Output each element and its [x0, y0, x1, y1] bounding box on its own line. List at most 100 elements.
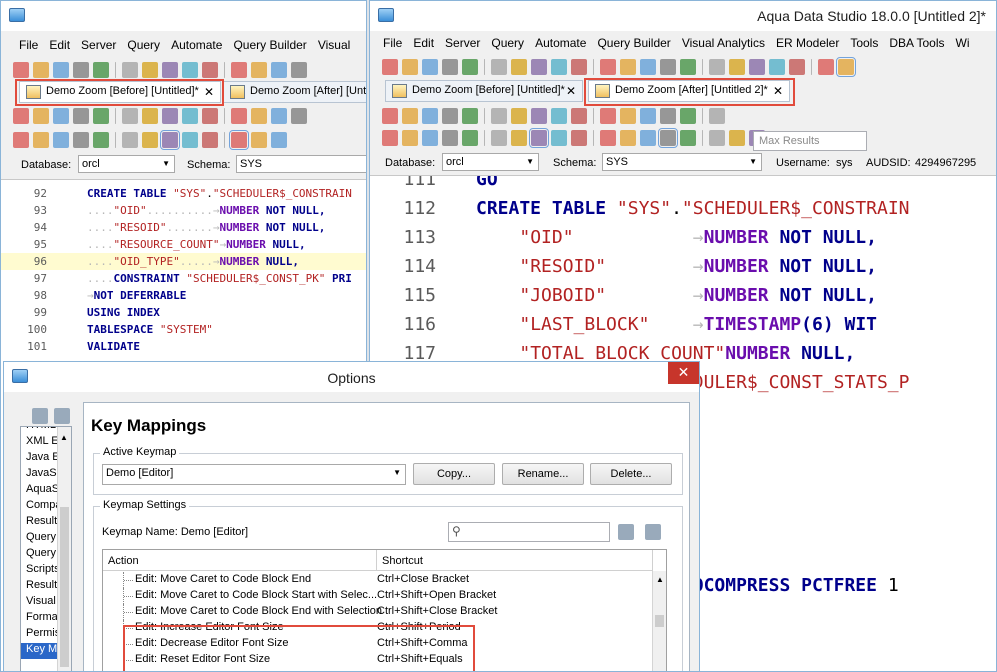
- toolbar-button-icon[interactable]: [142, 62, 158, 78]
- toolbar-button-icon[interactable]: [33, 62, 49, 78]
- toolbar-button-icon[interactable]: [529, 128, 549, 148]
- table-row[interactable]: Edit: Move Caret to Code Block End Ctrl+C…: [103, 572, 653, 588]
- toolbar-button-icon[interactable]: [789, 59, 805, 75]
- toolbar-button-icon[interactable]: [142, 132, 158, 148]
- toolbar-button-icon[interactable]: [160, 130, 180, 150]
- menu-er-modeler[interactable]: ER Modeler: [770, 33, 844, 53]
- close-icon[interactable]: ✕: [566, 84, 576, 98]
- toolbar-button-icon[interactable]: [551, 108, 567, 124]
- toolbar-button-icon[interactable]: [382, 130, 398, 146]
- toolbar-button-icon[interactable]: [551, 59, 567, 75]
- toolbar-button-icon[interactable]: [660, 59, 676, 75]
- toolbar-button-icon[interactable]: [93, 132, 109, 148]
- toolbar-button-icon[interactable]: [53, 108, 69, 124]
- toolbar-button-icon[interactable]: [231, 108, 247, 124]
- toolbar-button-icon[interactable]: [620, 108, 636, 124]
- collapse-all-icon[interactable]: [645, 524, 661, 540]
- menu-visual-analytics[interactable]: Visual Analytics: [676, 33, 770, 53]
- toolbar-button-icon[interactable]: [491, 108, 507, 124]
- table-row[interactable]: Edit: Increase Editor Font Size Ctrl+Shif…: [103, 620, 653, 636]
- toolbar-button-icon[interactable]: [13, 132, 29, 148]
- toolbar-button-icon[interactable]: [680, 59, 696, 75]
- toolbar-button-icon[interactable]: [511, 130, 527, 146]
- toolbar-button-icon[interactable]: [122, 108, 138, 124]
- keymap-select[interactable]: Demo [Editor] ▼: [102, 464, 406, 485]
- toolbar-button-icon[interactable]: [442, 108, 458, 124]
- toolbar-button-icon[interactable]: [680, 130, 696, 146]
- toolbar-button-icon[interactable]: [122, 132, 138, 148]
- table-scroll-up-arrow[interactable]: ▲: [656, 575, 664, 584]
- toolbar-button-icon[interactable]: [660, 108, 676, 124]
- toolbar-button-icon[interactable]: [422, 108, 438, 124]
- menu-wi[interactable]: Wi: [950, 33, 975, 53]
- toolbar-button-icon[interactable]: [749, 59, 765, 75]
- toolbar-button-icon[interactable]: [291, 62, 307, 78]
- close-icon[interactable]: ✕: [773, 84, 783, 98]
- toolbar-button-icon[interactable]: [531, 59, 547, 75]
- toolbar-button-icon[interactable]: [162, 62, 178, 78]
- toolbar-button-icon[interactable]: [600, 130, 616, 146]
- database-select[interactable]: orcl ▼: [442, 153, 539, 171]
- toolbar-button-icon[interactable]: [122, 62, 138, 78]
- menu-file[interactable]: File: [377, 33, 407, 53]
- menu-server[interactable]: Server: [75, 35, 121, 55]
- menu-query-builder[interactable]: Query Builder: [591, 33, 675, 53]
- toolbar-button-icon[interactable]: [202, 132, 218, 148]
- menu-server[interactable]: Server: [439, 33, 485, 53]
- toolbar-button-icon[interactable]: [33, 132, 49, 148]
- tab-demo-zoom-after[interactable]: Demo Zoom [After] [Untit: [223, 81, 366, 103]
- menu-query[interactable]: Query: [121, 35, 165, 55]
- toolbar-button-icon[interactable]: [511, 59, 527, 75]
- toolbar-button-icon[interactable]: [231, 62, 247, 78]
- search-input[interactable]: ⚲: [448, 522, 610, 542]
- toolbar-button-icon[interactable]: [53, 132, 69, 148]
- table-row[interactable]: Edit: Decrease Editor Font Size Ctrl+Shif…: [103, 636, 653, 652]
- close-button[interactable]: ✕: [668, 362, 699, 384]
- menu-automate[interactable]: Automate: [529, 33, 591, 53]
- table-row[interactable]: Edit: Reset Editor Font Size Ctrl+Shift+E…: [103, 652, 653, 668]
- toolbar-button-icon[interactable]: [836, 57, 856, 77]
- toolbar-button-icon[interactable]: [271, 132, 287, 148]
- toolbar-button-icon[interactable]: [491, 130, 507, 146]
- toolbar-button-icon[interactable]: [33, 108, 49, 124]
- toolbar-button-icon[interactable]: [462, 108, 478, 124]
- column-shortcut[interactable]: Shortcut: [377, 550, 653, 571]
- menu-query-builder[interactable]: Query Builder: [227, 35, 311, 55]
- table-scroll-thumb[interactable]: [655, 615, 664, 627]
- toolbar-button-icon[interactable]: [600, 108, 616, 124]
- toolbar-button-icon[interactable]: [600, 59, 616, 75]
- toolbar-button-icon[interactable]: [382, 59, 398, 75]
- max-results-input[interactable]: Max Results: [753, 131, 867, 151]
- toolbar-button-icon[interactable]: [531, 108, 547, 124]
- table-row[interactable]: Edit: Move Caret to Code Block End with …: [103, 604, 653, 620]
- delete-button[interactable]: Delete...: [590, 463, 672, 485]
- nav-scroll-thumb[interactable]: [60, 507, 69, 667]
- toolbar-button-icon[interactable]: [402, 59, 418, 75]
- toolbar-button-icon[interactable]: [182, 132, 198, 148]
- menu-dba-tools[interactable]: DBA Tools: [883, 33, 949, 53]
- toolbar-button-icon[interactable]: [162, 108, 178, 124]
- menu-visual[interactable]: Visual: [312, 35, 355, 55]
- toolbar-button-icon[interactable]: [73, 108, 89, 124]
- toolbar-button-icon[interactable]: [729, 130, 745, 146]
- toolbar-button-icon[interactable]: [680, 108, 696, 124]
- toolbar-button-icon[interactable]: [551, 130, 567, 146]
- table-scrollbar[interactable]: ▲: [652, 571, 666, 671]
- toolbar-button-icon[interactable]: [291, 108, 307, 124]
- expand-all-icon[interactable]: [618, 524, 634, 540]
- toolbar-button-icon[interactable]: [640, 130, 656, 146]
- toolbar-button-icon[interactable]: [571, 130, 587, 146]
- toolbar-button-icon[interactable]: [382, 108, 398, 124]
- toolbar-button-icon[interactable]: [462, 130, 478, 146]
- toolbar-button-icon[interactable]: [402, 130, 418, 146]
- schema-select[interactable]: SYS: [236, 155, 366, 173]
- tab-demo-zoom-before[interactable]: Demo Zoom [Before] [Untitled]* ✕: [19, 81, 221, 103]
- toolbar-button-icon[interactable]: [402, 108, 418, 124]
- toolbar-button-icon[interactable]: [182, 108, 198, 124]
- toolbar-button-icon[interactable]: [709, 130, 725, 146]
- collapse-all-icon[interactable]: [54, 408, 70, 424]
- toolbar-button-icon[interactable]: [53, 62, 69, 78]
- close-icon[interactable]: ✕: [204, 85, 214, 99]
- toolbar-button-icon[interactable]: [271, 62, 287, 78]
- table-row[interactable]: Edit: Move Caret to Code Block Start wit…: [103, 588, 653, 604]
